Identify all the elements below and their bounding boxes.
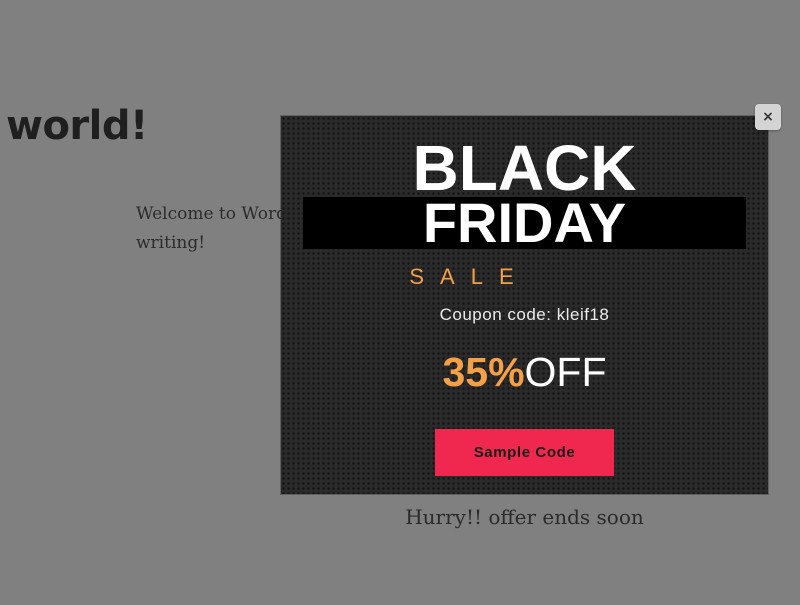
page-body-line: writing! xyxy=(136,233,206,253)
sale-label: SALE xyxy=(409,264,530,289)
headline-friday: FRIDAY xyxy=(422,191,627,254)
discount-percent: 35% xyxy=(442,349,525,395)
page-body-text: Welcome to Word writing! xyxy=(136,200,286,258)
headline-black: BLACK xyxy=(412,132,637,204)
discount-off-label: OFF xyxy=(524,349,607,395)
promo-popup: BLACK FRIDAY SALE Coupon code: kleif18 3… xyxy=(281,116,768,494)
discount-text: 35%OFF xyxy=(281,348,768,396)
offer-ends-text: Hurry!! offer ends soon xyxy=(405,505,644,529)
close-icon[interactable]: × xyxy=(755,104,781,130)
sample-code-button[interactable]: Sample Code xyxy=(435,429,614,476)
page-body-line: Welcome to Word xyxy=(136,204,286,224)
coupon-code-text: Coupon code: kleif18 xyxy=(439,305,610,324)
headline-friday-bar: FRIDAY xyxy=(303,191,746,254)
page-title: world! xyxy=(6,103,148,149)
